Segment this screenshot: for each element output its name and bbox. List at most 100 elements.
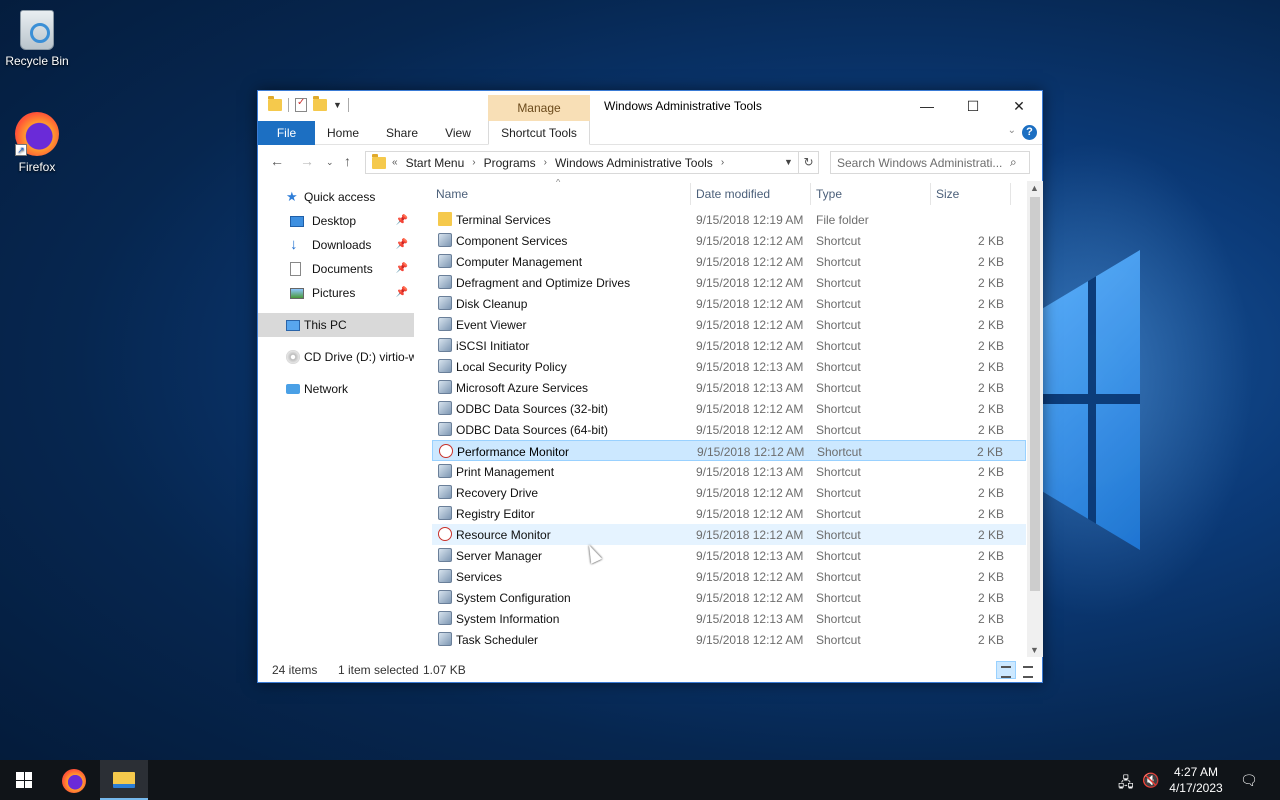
maximize-button[interactable]: ☐ xyxy=(950,91,996,121)
quick-access-toolbar: ▼ xyxy=(268,96,349,112)
tab-file[interactable]: File xyxy=(258,121,315,145)
table-row[interactable]: iSCSI Initiator 9/15/2018 12:12 AM Shortcu… xyxy=(432,335,1026,356)
pin-icon: 📌 xyxy=(395,287,408,298)
vertical-scrollbar[interactable]: ▲ ▼ xyxy=(1027,181,1043,657)
back-arrow-icon[interactable]: ← xyxy=(270,153,284,169)
network-tray-icon[interactable]: 🖧 xyxy=(1118,772,1134,796)
table-row[interactable]: System Configuration 9/15/2018 12:12 AM Sh… xyxy=(432,587,1026,608)
taskbar-file-explorer[interactable] xyxy=(100,760,148,800)
table-row[interactable]: Registry Editor 9/15/2018 12:12 AM Shortcu… xyxy=(432,503,1026,524)
title-bar[interactable]: ▼ Manage Windows Administrative Tools — … xyxy=(258,91,1042,121)
selection-count: 1 item selected xyxy=(338,663,419,677)
address-bar[interactable]: « Start Menu › Programs › Windows Admini… xyxy=(365,151,799,174)
table-row[interactable]: Resource Monitor 9/15/2018 12:12 AM Shortc… xyxy=(432,524,1026,545)
desktop-icon xyxy=(290,216,304,227)
file-date: 9/15/2018 12:12 AM xyxy=(696,423,804,437)
tab-shortcut-tools[interactable]: Shortcut Tools xyxy=(488,121,590,145)
table-row[interactable]: Local Security Policy 9/15/2018 12:13 AM S… xyxy=(432,356,1026,377)
file-size: 2 KB xyxy=(977,528,1004,542)
start-button[interactable] xyxy=(0,760,48,800)
selection-size: 1.07 KB xyxy=(423,663,466,677)
table-row[interactable]: ODBC Data Sources (32-bit) 9/15/2018 12:1… xyxy=(432,398,1026,419)
column-header-name[interactable]: Name xyxy=(436,187,468,201)
column-header-type[interactable]: Type xyxy=(816,187,842,201)
system-clock[interactable]: 4:27 AM 4/17/2023 xyxy=(1166,764,1226,796)
file-date: 9/15/2018 12:13 AM xyxy=(696,612,804,626)
scrollbar-thumb[interactable] xyxy=(1030,197,1040,591)
table-row[interactable]: Event Viewer 9/15/2018 12:12 AM Shortcut 2 … xyxy=(432,314,1026,335)
file-date: 9/15/2018 12:12 AM xyxy=(696,486,804,500)
scroll-down-arrow-icon[interactable]: ▼ xyxy=(1030,645,1039,655)
expand-ribbon-chevron-icon[interactable]: ⌄ xyxy=(1008,125,1016,136)
breadcrumb-admin-tools[interactable]: Windows Administrative Tools xyxy=(555,156,713,170)
desktop-icon-recycle-bin[interactable]: Recycle Bin xyxy=(0,10,74,68)
table-row[interactable]: Disk Cleanup 9/15/2018 12:12 AM Shortcut 2 … xyxy=(432,293,1026,314)
table-row[interactable]: Defragment and Optimize Drives 9/15/2018 … xyxy=(432,272,1026,293)
desktop-icon-firefox[interactable]: ↗ Firefox xyxy=(0,112,74,174)
table-row[interactable]: Terminal Services 9/15/2018 12:19 AM File … xyxy=(432,209,1026,230)
breadcrumb-programs[interactable]: Programs xyxy=(484,156,536,170)
file-date: 9/15/2018 12:12 AM xyxy=(696,570,804,584)
table-row[interactable]: Services 9/15/2018 12:12 AM Shortcut 2 KB xyxy=(432,566,1026,587)
nav-documents[interactable]: Documents 📌 xyxy=(258,257,414,281)
properties-icon[interactable] xyxy=(295,97,307,112)
nav-quick-access[interactable]: ★ Quick access xyxy=(258,185,414,209)
nav-desktop[interactable]: Desktop 📌 xyxy=(258,209,414,233)
scroll-up-arrow-icon[interactable]: ▲ xyxy=(1030,183,1039,193)
large-icons-view-button[interactable] xyxy=(1018,661,1038,679)
table-row[interactable]: Print Management 9/15/2018 12:13 AM Shortc… xyxy=(432,461,1026,482)
close-button[interactable]: ✕ xyxy=(996,91,1042,121)
file-size: 2 KB xyxy=(977,423,1004,437)
recent-locations-chevron-icon[interactable]: ⌄ xyxy=(326,157,334,168)
chevron-right-icon[interactable]: › xyxy=(544,157,547,168)
nav-cd-drive[interactable]: CD Drive (D:) virtio-w xyxy=(258,345,414,369)
pin-icon: 📌 xyxy=(395,263,408,274)
table-row[interactable]: Server Manager 9/15/2018 12:13 AM Shortcut… xyxy=(432,545,1026,566)
table-row[interactable]: ODBC Data Sources (64-bit) 9/15/2018 12:1… xyxy=(432,419,1026,440)
contextual-tab-group-manage: Manage xyxy=(488,95,590,121)
refresh-button[interactable]: ↻ xyxy=(799,151,819,174)
file-type: Shortcut xyxy=(816,633,861,647)
table-row[interactable]: Recovery Drive 9/15/2018 12:12 AM Shortcut… xyxy=(432,482,1026,503)
up-arrow-icon[interactable]: ↑ xyxy=(344,153,351,169)
item-count: 24 items xyxy=(272,663,318,677)
breadcrumb-start-menu[interactable]: Start Menu xyxy=(406,156,465,170)
file-name: Registry Editor xyxy=(456,507,535,521)
column-header-date[interactable]: Date modified xyxy=(696,187,770,201)
file-size: 2 KB xyxy=(977,465,1004,479)
table-row[interactable]: Microsoft Azure Services 9/15/2018 12:13 … xyxy=(432,377,1026,398)
table-row[interactable]: Task Scheduler 9/15/2018 12:12 AM Shortcut… xyxy=(432,629,1026,650)
chevron-right-icon[interactable]: › xyxy=(721,157,724,168)
address-history-chevron-icon[interactable]: ▼ xyxy=(784,157,793,167)
volume-muted-icon[interactable]: 🔇 xyxy=(1142,772,1159,789)
action-center-icon[interactable]: 🗨 xyxy=(1240,772,1258,789)
taskbar-firefox[interactable] xyxy=(50,760,98,800)
details-view-button[interactable] xyxy=(996,661,1016,679)
file-name: ODBC Data Sources (32-bit) xyxy=(456,402,609,416)
nav-this-pc[interactable]: This PC xyxy=(258,313,414,337)
minimize-button[interactable]: — xyxy=(904,91,950,121)
nav-pictures[interactable]: Pictures 📌 xyxy=(258,281,414,305)
nav-downloads[interactable]: ↓ Downloads 📌 xyxy=(258,233,414,257)
file-type: Shortcut xyxy=(816,360,861,374)
windows-logo-icon xyxy=(16,772,32,788)
tab-view[interactable]: View xyxy=(438,121,478,145)
help-icon[interactable]: ? xyxy=(1022,125,1037,140)
forward-arrow-icon[interactable]: → xyxy=(300,153,314,169)
nav-network[interactable]: Network xyxy=(258,377,414,401)
chevron-right-icon[interactable]: › xyxy=(472,157,475,168)
table-row[interactable]: System Information 9/15/2018 12:13 AM Shor… xyxy=(432,608,1026,629)
column-header-size[interactable]: Size xyxy=(936,187,959,201)
breadcrumb-overflow[interactable]: « xyxy=(392,157,398,168)
table-row[interactable]: Computer Management 9/15/2018 12:12 AM Sho… xyxy=(432,251,1026,272)
tab-share[interactable]: Share xyxy=(380,121,424,145)
file-date: 9/15/2018 12:13 AM xyxy=(696,381,804,395)
search-input[interactable]: Search Windows Administrati... xyxy=(830,151,1030,174)
new-folder-icon[interactable] xyxy=(313,96,327,111)
tab-home[interactable]: Home xyxy=(322,121,364,145)
customize-toolbar-chevron-icon[interactable]: ▼ xyxy=(333,100,342,110)
pin-icon: 📌 xyxy=(395,215,408,226)
file-type: Shortcut xyxy=(816,570,861,584)
table-row[interactable]: Performance Monitor 9/15/2018 12:12 AM Sho… xyxy=(432,440,1026,461)
table-row[interactable]: Component Services 9/15/2018 12:12 AM Shor… xyxy=(432,230,1026,251)
